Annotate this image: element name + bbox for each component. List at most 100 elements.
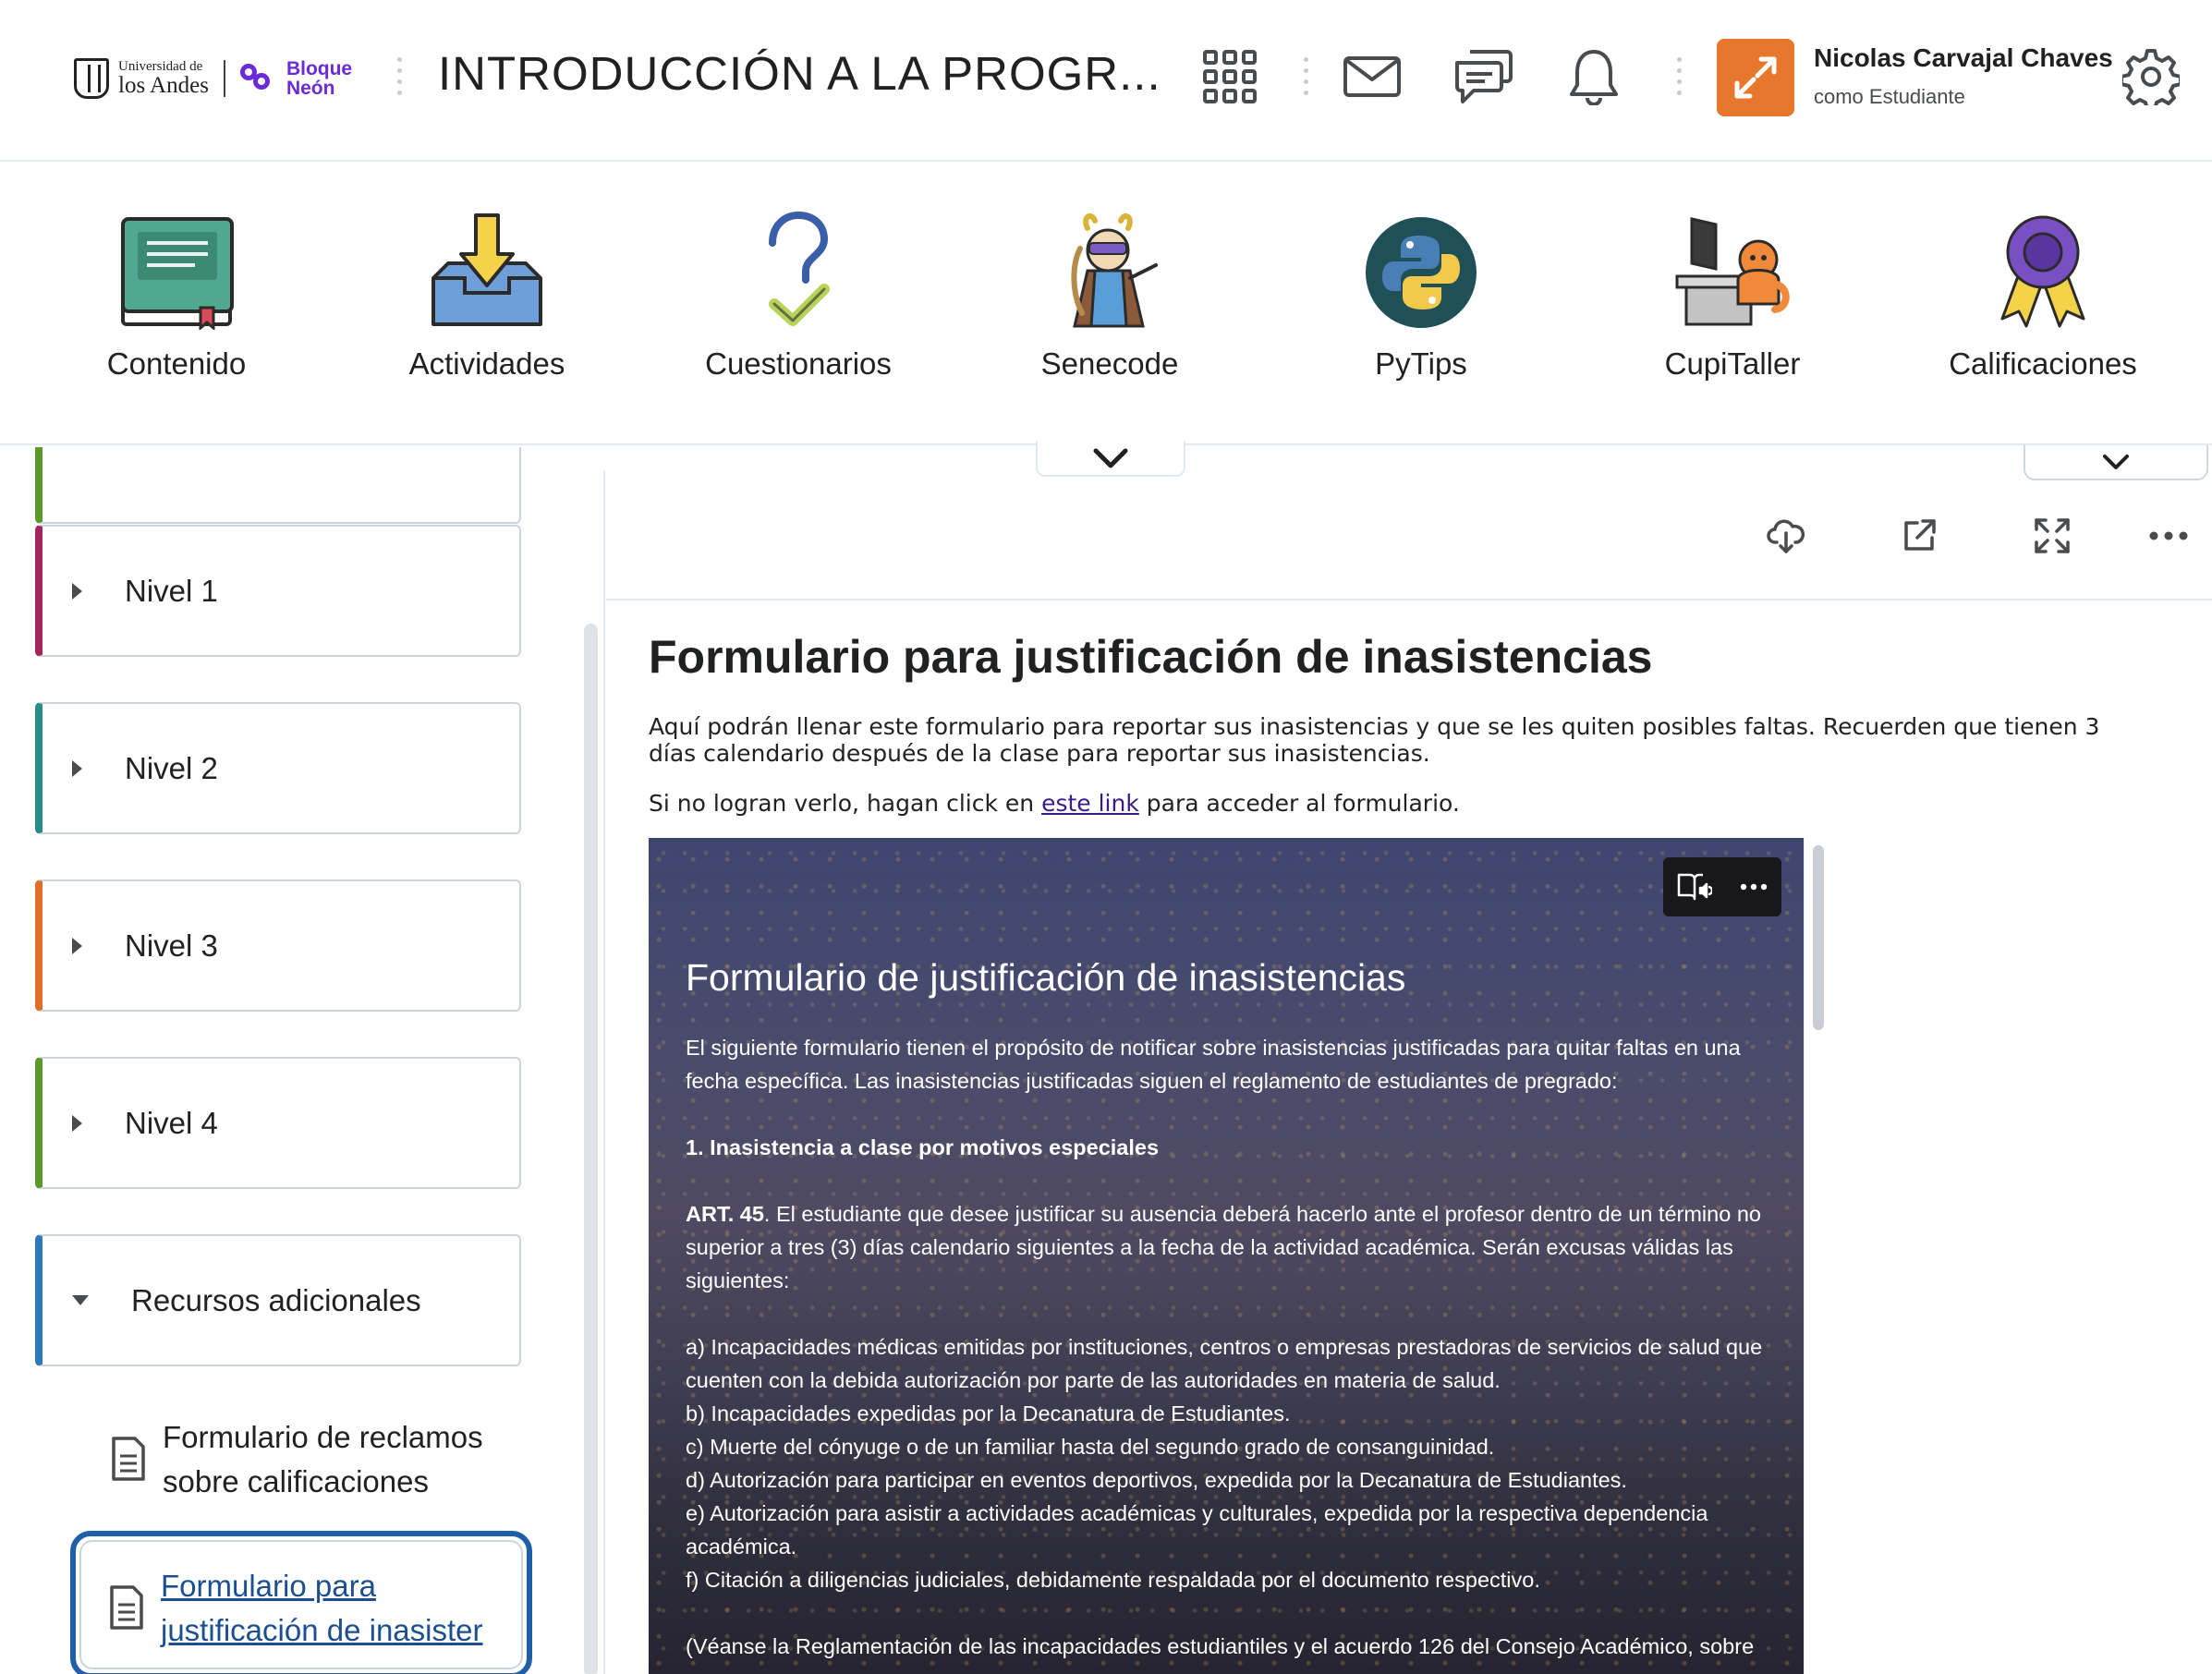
chevron-down-icon — [1093, 448, 1128, 468]
nav-item-calificaciones[interactable]: Calificaciones — [1927, 210, 2158, 394]
embedded-form-footer: (Véanse la Reglamentación de las incapac… — [686, 1634, 1755, 1658]
inbox-download-icon — [427, 210, 547, 330]
fullscreen-icon[interactable] — [2029, 513, 2075, 559]
nav-item-cupitaller[interactable]: CupiTaller — [1617, 210, 1848, 394]
more-icon[interactable] — [1740, 883, 1768, 891]
award-ribbon-icon — [1983, 210, 2103, 330]
more-icon[interactable] — [2145, 513, 2192, 559]
link-paragraph-after: para acceder al formulario. — [1146, 790, 1460, 817]
nav-item-actividades[interactable]: Actividades — [371, 210, 602, 394]
sidebar-topic-justificacion-active[interactable]: Formulario para justificación de inasist… — [70, 1531, 532, 1674]
sidebar-scrollbar-thumb[interactable] — [584, 624, 598, 1674]
chevron-down-icon — [2103, 455, 2129, 469]
top-header: Universidad de los Andes Bloque Neón INT… — [0, 0, 2212, 162]
python-icon — [1361, 210, 1481, 330]
senecode-character-icon — [1050, 210, 1170, 330]
sidebar-unit-label: Nivel 4 — [125, 1105, 218, 1140]
caret-right-icon — [72, 759, 82, 777]
separator-dots — [397, 57, 403, 103]
nav-item-label: Calificaciones — [1949, 346, 2137, 381]
panel-collapse-toggle[interactable] — [2024, 445, 2208, 480]
avatar[interactable] — [1717, 39, 1794, 116]
download-icon[interactable] — [1763, 513, 1809, 559]
nav-item-label: PyTips — [1375, 346, 1467, 381]
university-logo[interactable]: Universidad de los Andes Bloque Neón — [74, 55, 352, 102]
separator-dots — [1677, 57, 1683, 103]
article-text: . El estudiante que desee justificar su … — [686, 1202, 1761, 1292]
sidebar-topic-label-line2: justificación de inasister — [161, 1613, 483, 1647]
nav-item-label: Cuestionarios — [705, 346, 892, 381]
course-navbar: Contenido Actividades Cuestionarios Sene… — [0, 164, 2212, 445]
embedded-form-title: Formulario de justificación de inasisten… — [686, 956, 1406, 999]
embedded-form-toolbar — [1663, 857, 1781, 916]
embedded-form-item-a: a) Incapacidades médicas emitidas por in… — [686, 1335, 1763, 1392]
sidebar-unit-nivel-3[interactable]: Nivel 3 — [35, 879, 521, 1012]
nav-item-label: Contenido — [106, 346, 247, 381]
sidebar-topic-label: Formulario de reclamos sobre calificacio… — [163, 1420, 483, 1498]
sidebar-unit-label: Nivel 3 — [125, 928, 218, 963]
embedded-form-section: 1. Inasistencia a clase por motivos espe… — [686, 1135, 1160, 1159]
logo-university-big: los Andes — [118, 73, 209, 98]
document-icon — [112, 1437, 145, 1481]
logo-neon-line2: Neón — [286, 78, 335, 99]
bell-icon[interactable] — [1563, 46, 1624, 107]
sidebar-unit-recursos-adicionales[interactable]: Recursos adicionales — [35, 1234, 521, 1366]
mail-icon[interactable] — [1342, 46, 1403, 107]
sidebar-unit-label: Nivel 2 — [125, 750, 218, 785]
navbar-collapse-toggle[interactable] — [1036, 442, 1185, 477]
embedded-form-item-f: f) Citación a diligencias judiciales, de… — [686, 1568, 1540, 1592]
sidebar-topic-reclamos[interactable]: Formulario de reclamos sobre calificacio… — [68, 1415, 530, 1504]
logo-separator — [223, 60, 225, 97]
immersive-reader-icon[interactable] — [1677, 871, 1712, 903]
gear-icon[interactable] — [2121, 46, 2182, 107]
embedded-form-item-d: d) Autorización para participar en event… — [686, 1468, 1627, 1492]
caret-right-icon — [72, 937, 82, 954]
caret-right-icon — [72, 582, 82, 600]
course-title[interactable]: INTRODUCCIÓN A LA PROGR... — [438, 46, 1161, 101]
sidebar-unit-nivel-4[interactable]: Nivel 4 — [35, 1057, 521, 1189]
separator-dots — [1304, 57, 1309, 103]
cupitaller-icon — [1672, 210, 1793, 330]
user-name[interactable]: Nicolas Carvajal Chaves — [1814, 43, 2113, 73]
sidebar-unit-partial[interactable] — [35, 447, 521, 524]
embedded-form-item-b: b) Incapacidades expedidas por la Decana… — [686, 1401, 1291, 1425]
article-label: ART. 45 — [686, 1202, 764, 1226]
caret-right-icon — [72, 1114, 82, 1132]
document-icon — [110, 1585, 143, 1630]
nav-item-senecode[interactable]: Senecode — [994, 210, 1225, 394]
embedded-form-item-e: e) Autorización para asistir a actividad… — [686, 1501, 1708, 1559]
question-check-icon — [738, 210, 858, 330]
content-sidebar: Nivel 1 Nivel 2 Nivel 3 Nivel 4 Recursos… — [0, 447, 577, 1674]
embedded-form-item-c: c) Muerte del cónyuge o de un familiar h… — [686, 1435, 1495, 1459]
grid-icon[interactable] — [1199, 46, 1260, 107]
sidebar-unit-label: Recursos adicionales — [131, 1282, 421, 1317]
logo-neon-line1: Bloque — [286, 58, 353, 79]
nav-item-label: Senecode — [1040, 346, 1179, 381]
nav-item-label: CupiTaller — [1664, 346, 1801, 381]
user-role: como Estudiante — [1814, 85, 1965, 108]
intro-paragraph: Aquí podrán llenar este formulario para … — [649, 713, 2100, 767]
crest-icon — [74, 58, 109, 99]
chat-icon[interactable] — [1452, 46, 1513, 107]
embedded-form-intro: El siguiente formulario tienen el propós… — [686, 1036, 1741, 1093]
sidebar-unit-label: Nivel 1 — [125, 573, 218, 608]
page-title: Formulario para justificación de inasist… — [649, 631, 1653, 683]
nav-item-cuestionarios[interactable]: Cuestionarios — [683, 210, 914, 394]
link-paragraph: Si no logran verlo, hagan click en este … — [649, 790, 1460, 817]
open-external-icon[interactable] — [1896, 513, 1942, 559]
neon-mark-icon — [239, 62, 277, 95]
toolbar-divider — [606, 599, 2212, 600]
nav-item-pytips[interactable]: PyTips — [1306, 210, 1537, 394]
nav-item-contenido[interactable]: Contenido — [61, 210, 292, 394]
embedded-form-article: ART. 45. El estudiante que desee justifi… — [686, 1197, 1776, 1297]
caret-down-icon — [72, 1295, 89, 1305]
sidebar-unit-nivel-1[interactable]: Nivel 1 — [35, 525, 521, 657]
form-link[interactable]: este link — [1041, 790, 1139, 817]
book-icon — [116, 210, 237, 330]
nav-item-label: Actividades — [408, 346, 565, 381]
sidebar-topic-label-line1: Formulario para — [161, 1569, 376, 1603]
logo-university-small: Universidad de — [118, 59, 203, 74]
link-paragraph-before: Si no logran verlo, hagan click en — [649, 790, 1035, 817]
sidebar-unit-nivel-2[interactable]: Nivel 2 — [35, 702, 521, 834]
embedded-form-scrollbar-thumb[interactable] — [1813, 845, 1824, 1030]
